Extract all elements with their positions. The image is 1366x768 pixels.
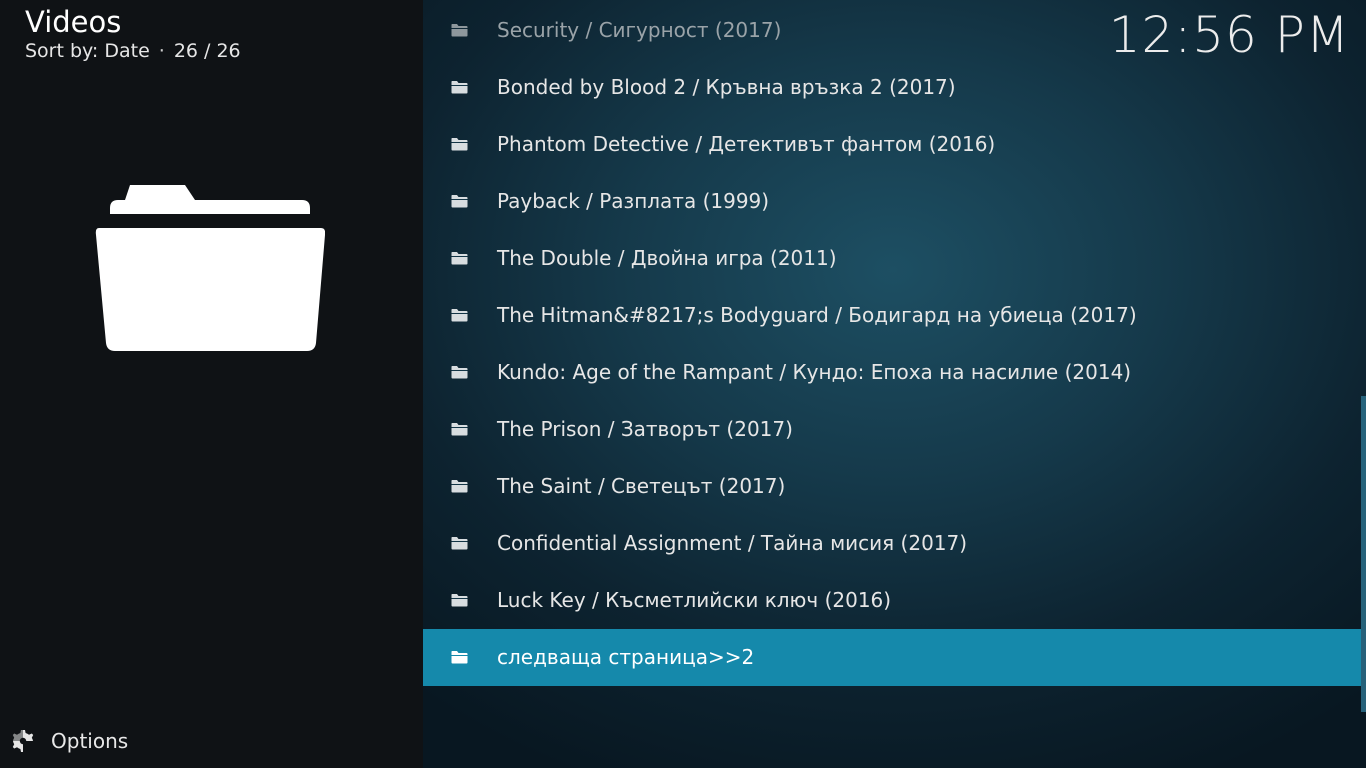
- list-item-label: Luck Key / Късметлийски ключ (2016): [497, 588, 892, 612]
- sort-label: Sort by: Date: [25, 40, 150, 62]
- list-item-label: Payback / Разплата (1999): [497, 189, 770, 213]
- list-item[interactable]: Kundo: Age of the Rampant / Кундо: Епоха…: [423, 344, 1361, 401]
- list-item[interactable]: The Prison / Затворът (2017): [423, 401, 1361, 458]
- folder-icon: [451, 252, 468, 265]
- item-count: 26 / 26: [173, 40, 241, 62]
- list-item-label: Security / Сигурност (2017): [497, 18, 782, 42]
- list-item-label: следваща страница>>2: [497, 645, 755, 669]
- list-item-label: Kundo: Age of the Rampant / Кундо: Епоха…: [497, 360, 1132, 384]
- scrollbar[interactable]: [1361, 396, 1366, 712]
- page-title: Videos: [25, 5, 122, 39]
- list-item-label: The Hitman&#8217;s Bodyguard / Бодигард …: [497, 303, 1137, 327]
- list-item-label: Bonded by Blood 2 / Кръвна връзка 2 (201…: [497, 75, 956, 99]
- folder-icon: [451, 81, 468, 94]
- list-item-label: Phantom Detective / Детективът фантом (2…: [497, 132, 996, 156]
- folder-icon: [451, 423, 468, 436]
- folder-icon: [451, 537, 468, 550]
- folder-icon: [451, 138, 468, 151]
- kodi-window: Videos Sort by: Date · 26 / 26 Options S…: [0, 0, 1366, 768]
- folder-icon: [451, 195, 468, 208]
- list-item[interactable]: Phantom Detective / Детективът фантом (2…: [423, 116, 1361, 173]
- list-item[interactable]: Confidential Assignment / Тайна мисия (2…: [423, 515, 1361, 572]
- list-item-label: The Prison / Затворът (2017): [497, 417, 793, 441]
- folder-icon: [451, 594, 468, 607]
- list-item[interactable]: Bonded by Blood 2 / Кръвна връзка 2 (201…: [423, 59, 1361, 116]
- list-item[interactable]: The Saint / Светецът (2017): [423, 458, 1361, 515]
- folder-icon: [95, 185, 325, 351]
- list-item[interactable]: Luck Key / Късметлийски ключ (2016): [423, 572, 1361, 629]
- file-list: Security / Сигурност (2017) Bonded by Bl…: [423, 2, 1361, 686]
- list-item[interactable]: Payback / Разплата (1999): [423, 173, 1361, 230]
- list-item[interactable]: The Hitman&#8217;s Bodyguard / Бодигард …: [423, 287, 1361, 344]
- file-list-panel: Security / Сигурност (2017) Bonded by Bl…: [423, 0, 1366, 768]
- sort-info: Sort by: Date · 26 / 26: [25, 40, 241, 62]
- list-item-next-page[interactable]: следваща страница>>2: [423, 629, 1361, 686]
- options-gear-icon: [12, 730, 34, 752]
- options-button[interactable]: Options: [10, 727, 128, 755]
- list-item-label: The Double / Двойна игра (2011): [497, 246, 837, 270]
- folder-icon: [451, 480, 468, 493]
- folder-icon: [451, 24, 468, 37]
- separator: ·: [158, 40, 165, 62]
- clock: 12:56 PM: [1108, 6, 1350, 64]
- folder-icon: [451, 366, 468, 379]
- options-label: Options: [51, 729, 129, 753]
- folder-icon: [451, 651, 468, 664]
- list-item-label: The Saint / Светецът (2017): [497, 474, 786, 498]
- list-item-label: Confidential Assignment / Тайна мисия (2…: [497, 531, 968, 555]
- list-item[interactable]: The Double / Двойна игра (2011): [423, 230, 1361, 287]
- folder-icon: [451, 309, 468, 322]
- info-panel: Videos Sort by: Date · 26 / 26 Options: [0, 0, 423, 768]
